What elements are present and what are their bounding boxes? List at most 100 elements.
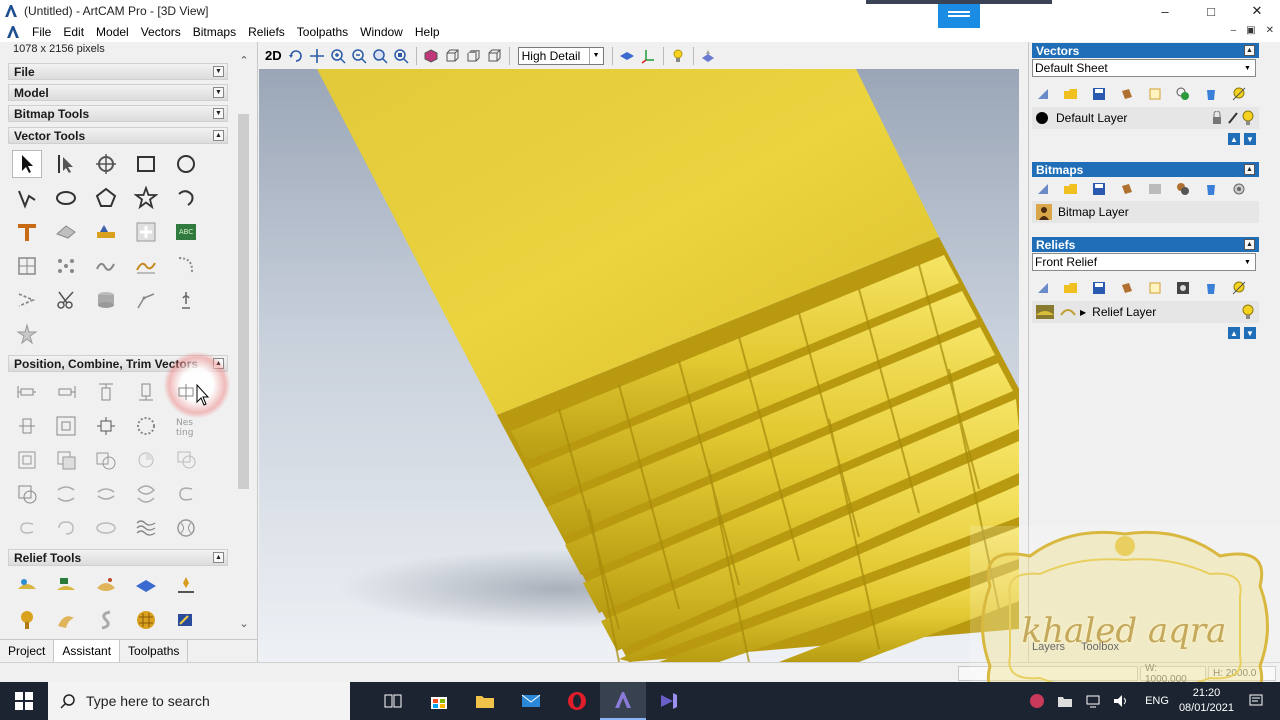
edit-icon[interactable] <box>1227 111 1239 125</box>
layer-stack-icon[interactable] <box>1116 84 1138 104</box>
expand-icon[interactable]: ▼ <box>213 108 224 119</box>
relief-select[interactable]: Front Relief ▼ <box>1032 253 1256 271</box>
arc-tool-icon[interactable] <box>171 184 201 212</box>
tab-project[interactable]: Project <box>0 640 55 662</box>
caret-right-icon[interactable]: ▶ <box>1080 308 1086 317</box>
volume-icon[interactable] <box>1113 694 1129 708</box>
chevron-down-icon[interactable]: ▼ <box>1241 61 1254 75</box>
select-tool-icon[interactable] <box>12 150 42 178</box>
maximize-button[interactable]: □ <box>1188 0 1234 22</box>
star-tool-icon[interactable] <box>131 184 161 212</box>
vector-sheet-select[interactable]: Default Sheet ▼ <box>1032 59 1256 77</box>
vector-doctor-tool-icon[interactable] <box>51 252 81 280</box>
merge-layers-icon[interactable] <box>1172 84 1194 104</box>
align-right-icon[interactable] <box>51 378 81 406</box>
align-center-icon[interactable] <box>91 412 121 440</box>
expand-icon[interactable]: ▼ <box>213 66 224 77</box>
menu-file[interactable]: File <box>26 25 57 39</box>
trim-vectors-icon[interactable] <box>12 480 42 508</box>
relief-spin-icon[interactable] <box>91 572 121 600</box>
hidden-toolbar-tab[interactable] <box>938 4 980 28</box>
trim-tool-icon[interactable] <box>51 286 81 314</box>
mdi-minimize-button[interactable]: – <box>1231 25 1237 36</box>
zoom-in-icon[interactable] <box>328 46 349 66</box>
tab-toolpaths[interactable]: Toolpaths <box>120 640 189 662</box>
align-left-icon[interactable] <box>12 378 42 406</box>
artcam-app[interactable] <box>600 682 646 720</box>
nesting-icon[interactable]: Nes ting <box>171 412 201 440</box>
section-file[interactable]: File ▼ <box>8 63 228 80</box>
join-straight-icon[interactable] <box>91 480 121 508</box>
left-panel-scrollbar[interactable]: ⌃ ⌄ <box>237 52 251 637</box>
zoom-window-icon[interactable] <box>391 46 412 66</box>
section-bitmap-tools[interactable]: Bitmap Tools ▼ <box>8 105 228 122</box>
menu-window[interactable]: Window <box>354 25 409 39</box>
section-model[interactable]: Model ▼ <box>8 84 228 101</box>
delete-layer-icon[interactable] <box>1200 179 1222 199</box>
polyline-tool-icon[interactable] <box>12 184 42 212</box>
import-icon[interactable] <box>1144 84 1166 104</box>
text-tool-icon[interactable] <box>12 218 42 246</box>
vectors-header[interactable]: Vectors ▲ <box>1032 43 1259 58</box>
delete-layer-icon[interactable] <box>1200 278 1222 298</box>
relief-smooth-icon[interactable] <box>12 606 42 634</box>
menu-edit[interactable]: Edit <box>57 25 90 39</box>
combine-mode-icon[interactable] <box>1060 305 1076 319</box>
relief-plane-icon[interactable] <box>131 572 161 600</box>
tab-assistant[interactable]: Assistant <box>54 640 121 662</box>
weave-tool-icon[interactable] <box>131 218 161 246</box>
relief-extrude-icon[interactable] <box>51 572 81 600</box>
relief-sculpt-icon[interactable] <box>51 606 81 634</box>
scroll-up-icon[interactable]: ⌃ <box>237 54 251 68</box>
language-indicator[interactable]: ENG <box>1145 695 1169 707</box>
zoom-out-icon[interactable] <box>349 46 370 66</box>
zoom-extents-icon[interactable] <box>370 46 391 66</box>
mdi-restore-button[interactable]: ▣ <box>1246 25 1255 36</box>
star-shape-tool-icon[interactable] <box>12 320 42 348</box>
bitmap-to-vector-tool-icon[interactable] <box>12 252 42 280</box>
pen-tool-icon[interactable] <box>171 286 201 314</box>
menu-help[interactable]: Help <box>409 25 446 39</box>
relief-two-rail-icon[interactable] <box>171 572 201 600</box>
polygon-tool-icon[interactable] <box>91 184 121 212</box>
scroll-down-icon[interactable]: ⌄ <box>237 617 251 631</box>
new-bitmap-layer-icon[interactable] <box>1032 179 1054 199</box>
layer-stack-icon[interactable] <box>1116 278 1138 298</box>
new-layer-icon[interactable] <box>1032 84 1054 104</box>
extend-tool-icon[interactable] <box>12 286 42 314</box>
twist-pattern-icon[interactable] <box>171 514 201 542</box>
subtract-icon[interactable] <box>131 446 161 474</box>
align-top-icon[interactable] <box>91 378 121 406</box>
visibility-bulb-icon[interactable] <box>1228 278 1250 298</box>
bulb-icon[interactable] <box>1241 110 1255 126</box>
notifications-icon[interactable] <box>1248 693 1264 709</box>
vector-texture-tool-icon[interactable] <box>91 218 121 246</box>
render-detail-select[interactable]: High Detail ▼ <box>517 46 604 65</box>
collapse-icon[interactable]: ▲ <box>1244 45 1255 56</box>
ellipse-tool-icon[interactable] <box>51 184 81 212</box>
visual-studio-app[interactable] <box>646 682 692 720</box>
menu-reliefs[interactable]: Reliefs <box>242 25 291 39</box>
center-in-page-icon[interactable] <box>51 412 81 440</box>
open-folder-icon[interactable] <box>1060 179 1082 199</box>
collapse-icon[interactable]: ▲ <box>1244 164 1255 175</box>
top-view-icon[interactable] <box>463 46 484 66</box>
move-down-icon[interactable]: ▼ <box>1244 133 1256 145</box>
offset-vectors-icon[interactable] <box>12 514 42 542</box>
chevron-down-icon[interactable]: ▼ <box>588 47 603 64</box>
wave-pattern-icon[interactable] <box>131 514 161 542</box>
join-vectors-icon[interactable] <box>51 480 81 508</box>
move-up-icon[interactable]: ▲ <box>1228 327 1240 339</box>
iso-view-icon[interactable] <box>421 46 442 66</box>
collapse-icon[interactable]: ▲ <box>213 552 224 563</box>
bitmaps-header[interactable]: Bitmaps ▲ <box>1032 162 1259 177</box>
relief-wrap-icon[interactable] <box>91 606 121 634</box>
chevron-down-icon[interactable]: ▼ <box>1241 255 1254 269</box>
import-icon[interactable] <box>1144 278 1166 298</box>
open-folder-icon[interactable] <box>1060 278 1082 298</box>
menu-bitmaps[interactable]: Bitmaps <box>187 25 242 39</box>
node-edit-tool-icon[interactable] <box>51 150 81 178</box>
move-up-icon[interactable]: ▲ <box>1228 133 1240 145</box>
chamfer-vectors-icon[interactable] <box>91 514 121 542</box>
relief-layer-row[interactable]: ▶ Relief Layer <box>1032 301 1259 323</box>
